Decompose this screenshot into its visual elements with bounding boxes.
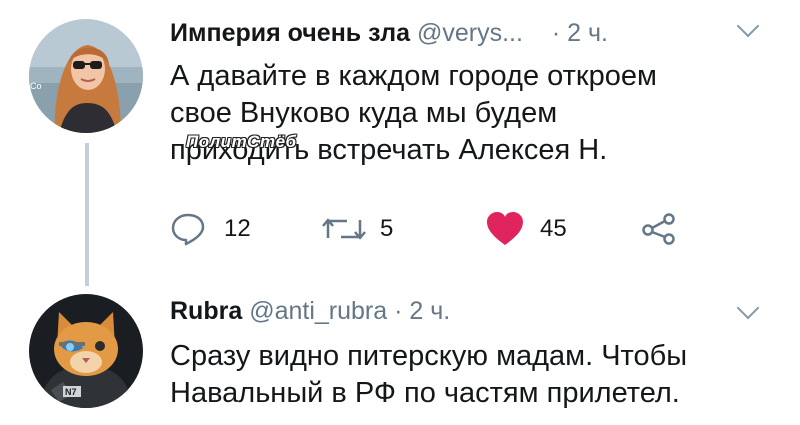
- watermark: ПолитСтёб: [186, 132, 297, 151]
- reply-icon[interactable]: [170, 212, 206, 246]
- avatar-badge: N7: [65, 387, 77, 397]
- chevron-down-icon[interactable]: [736, 14, 760, 38]
- thread-connector: [85, 143, 89, 286]
- handle[interactable]: @verys...: [417, 19, 523, 47]
- like-icon[interactable]: [486, 212, 524, 246]
- display-name[interactable]: Империя очень зла: [170, 19, 410, 47]
- retweet-icon[interactable]: [322, 214, 366, 244]
- like-count: 45: [540, 215, 567, 242]
- avatar-image: N7: [29, 294, 143, 408]
- reply-count: 12: [224, 215, 251, 242]
- tweet-2[interactable]: N7 Rubra @anti_rubra · 2 ч. Сразу видно …: [0, 290, 800, 425]
- share-icon[interactable]: [641, 213, 677, 245]
- tweet-header: Империя очень зла @verys... · 2 ч.: [170, 16, 608, 50]
- tweet-1[interactable]: Co Империя очень зла @verys... · 2 ч. А …: [0, 0, 800, 290]
- avatar-caption: Co: [30, 81, 42, 91]
- tweet-text-line: Сразу видно питерскую мадам. Чтобы: [170, 340, 688, 372]
- share-action[interactable]: [641, 212, 677, 246]
- chevron-down-icon[interactable]: [736, 296, 760, 320]
- avatar-image: Co: [29, 19, 143, 133]
- timestamp[interactable]: · 2 ч.: [394, 297, 450, 325]
- retweet-action[interactable]: 5: [322, 212, 393, 246]
- tweet-text-line: А давайте в каждом городе откроем: [170, 60, 657, 92]
- reply-action[interactable]: 12: [170, 212, 251, 246]
- timestamp[interactable]: · 2 ч.: [552, 19, 608, 47]
- display-name[interactable]: Rubra: [170, 297, 242, 325]
- handle[interactable]: @anti_rubra: [249, 297, 387, 325]
- tweet-text-line: свое Внуково куда мы будем: [170, 97, 558, 129]
- like-action[interactable]: 45: [486, 212, 567, 246]
- avatar[interactable]: N7: [29, 294, 143, 408]
- tweet-text-line: Навальный в РФ по частям прилетел.: [170, 377, 680, 409]
- avatar[interactable]: Co: [29, 19, 143, 133]
- tweet-text: А давайте в каждом городе откроем свое В…: [170, 58, 657, 169]
- tweet-header: Rubra @anti_rubra · 2 ч.: [170, 294, 450, 328]
- retweet-count: 5: [380, 215, 394, 242]
- tweet-text: Сразу видно питерскую мадам. Чтобы Навал…: [170, 338, 687, 412]
